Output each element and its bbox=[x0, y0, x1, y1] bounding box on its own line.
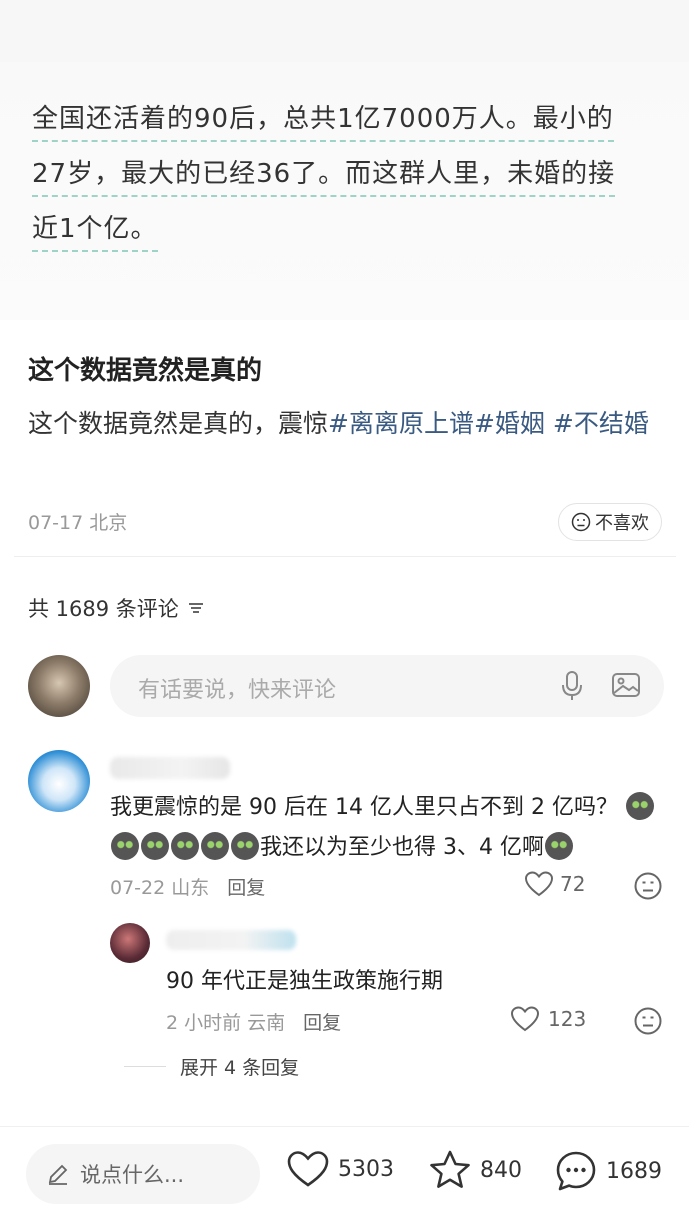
cat-emoji-icon bbox=[625, 792, 654, 820]
dislike-label: 不喜欢 bbox=[595, 513, 649, 534]
dislike-face-icon[interactable] bbox=[633, 1006, 663, 1036]
reply-button[interactable]: 回复 bbox=[227, 873, 265, 900]
comment-text-part-1: 我更震惊的是 90 后在 14 亿人里只占不到 2 亿吗？ bbox=[110, 795, 618, 820]
heart-icon bbox=[287, 1151, 329, 1187]
replier-avatar[interactable] bbox=[110, 923, 150, 963]
commenter-name-blurred[interactable] bbox=[110, 757, 230, 779]
comment-count: 1689 bbox=[606, 1158, 662, 1184]
tag-no-marriage[interactable]: #不结婚 bbox=[545, 409, 649, 438]
favorite-button[interactable]: 840 bbox=[428, 1149, 522, 1191]
image-text-line-2: 27岁，最大的已经36了。而这群人里，未婚的接 bbox=[32, 153, 616, 197]
sort-icon[interactable] bbox=[187, 600, 205, 616]
note-image[interactable]: 全国还活着的90后，总共1亿7000万人。最小的 27岁，最大的已经36了。而这… bbox=[0, 62, 689, 320]
comment-input-placeholder: 有话要说，快来评论 bbox=[138, 678, 337, 703]
comment-text-part-2: 我还以为至少也得 3、4 亿啊 bbox=[260, 835, 544, 860]
bottom-comment-input[interactable]: 说点什么... bbox=[26, 1144, 260, 1204]
image-icon[interactable] bbox=[610, 669, 642, 701]
mic-icon[interactable] bbox=[558, 669, 586, 703]
dislike-face-icon bbox=[571, 512, 591, 532]
cat-emoji-icon bbox=[544, 832, 573, 860]
comment-count-label: 共 1689 条评论 bbox=[28, 597, 179, 621]
comment-button[interactable]: 1689 bbox=[554, 1149, 662, 1193]
tag-marriage[interactable]: #婚姻 bbox=[474, 409, 545, 438]
replier-name-blurred[interactable] bbox=[166, 930, 296, 950]
note-date-location: 07-17 北京 bbox=[28, 512, 128, 534]
image-text-line-1: 全国还活着的90后，总共1亿7000万人。最小的 bbox=[32, 98, 614, 142]
note-title: 这个数据竟然是真的 bbox=[28, 356, 263, 386]
comment-count-header[interactable]: 共 1689 条评论 bbox=[28, 593, 205, 623]
star-icon bbox=[430, 1150, 470, 1188]
comment-text: 我更震惊的是 90 后在 14 亿人里只占不到 2 亿吗？ 我还以为至少也得 3… bbox=[110, 788, 660, 868]
heart-icon bbox=[510, 1006, 540, 1032]
reply-like-button[interactable]: 123 bbox=[510, 1005, 586, 1033]
pencil-icon bbox=[48, 1164, 68, 1185]
note-body: 这个数据竟然是真的，震惊#离离原上谱#婚姻 #不结婚 bbox=[28, 402, 668, 446]
cat-emoji-icon bbox=[231, 832, 259, 860]
cat-emoji-icon bbox=[111, 832, 139, 860]
reply-button[interactable]: 回复 bbox=[303, 1008, 341, 1035]
cat-emoji-icon bbox=[201, 832, 229, 860]
dislike-button[interactable]: 不喜欢 bbox=[558, 503, 662, 541]
like-button[interactable]: 5303 bbox=[286, 1149, 394, 1189]
favorite-count: 840 bbox=[480, 1157, 522, 1183]
top-strip bbox=[0, 0, 689, 62]
reply-like-count: 123 bbox=[548, 1007, 587, 1031]
cat-emoji-icon bbox=[141, 832, 169, 860]
comment-like-button[interactable]: 72 bbox=[524, 870, 585, 898]
comment-date-location: 07-22 山东 bbox=[110, 877, 210, 899]
dislike-face-icon[interactable] bbox=[633, 871, 663, 901]
expand-line bbox=[124, 1066, 166, 1067]
commenter-avatar[interactable] bbox=[28, 750, 90, 812]
bottom-bar: 说点什么... 5303 840 1689 bbox=[0, 1126, 689, 1232]
bottom-input-placeholder: 说点什么... bbox=[80, 1163, 185, 1187]
expand-replies[interactable]: 展开 4 条回复 bbox=[124, 1053, 299, 1080]
reply-text: 90 年代正是独生政策施行期 bbox=[166, 969, 443, 994]
reply-meta: 2 小时前 云南 回复 bbox=[166, 1008, 341, 1035]
comment-meta: 07-22 山东 回复 bbox=[110, 873, 265, 900]
my-avatar[interactable] bbox=[28, 655, 90, 717]
comment-input[interactable]: 有话要说，快来评论 bbox=[110, 655, 664, 717]
reply-time-location: 2 小时前 云南 bbox=[166, 1012, 286, 1034]
image-text-line-3: 近1个亿。 bbox=[32, 208, 158, 252]
cat-emoji-icon bbox=[171, 832, 199, 860]
heart-icon bbox=[524, 871, 554, 897]
like-count: 5303 bbox=[338, 1156, 394, 1182]
comment-bubble-icon bbox=[556, 1151, 596, 1191]
note-body-text: 这个数据竟然是真的，震惊 bbox=[28, 409, 329, 438]
expand-replies-label: 展开 4 条回复 bbox=[180, 1057, 300, 1079]
comment-like-count: 72 bbox=[560, 872, 586, 896]
divider bbox=[14, 556, 676, 557]
tag-lilyuanshangpu[interactable]: #离离原上谱 bbox=[328, 409, 474, 438]
